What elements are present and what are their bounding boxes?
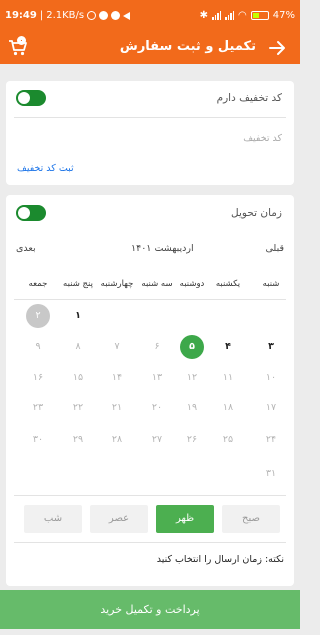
calendar-day[interactable]: ۱۳ xyxy=(145,366,169,390)
calendar-day[interactable]: ۱۴ xyxy=(105,366,129,390)
signal-icon xyxy=(212,11,222,20)
weekday-label: دوشنبه xyxy=(179,279,205,289)
status-left: 19:49 | 2.1KB/s xyxy=(5,10,131,21)
calendar-day[interactable]: ۸ xyxy=(66,335,90,359)
calendar-day[interactable]: ۷ xyxy=(105,335,129,359)
calendar-day[interactable]: ۲۱ xyxy=(105,396,129,420)
status-divider: | xyxy=(39,10,44,21)
cart-badge: ۰ xyxy=(17,36,26,45)
status-bar: 19:49 | 2.1KB/s ✱ ◠ 47% xyxy=(0,0,300,32)
calendar-day[interactable]: ۲۷ xyxy=(145,428,169,452)
calendar-day[interactable]: ۶ xyxy=(145,335,169,359)
toggle-knob xyxy=(18,92,30,104)
divider xyxy=(14,495,286,496)
time-slot-button[interactable]: ظهر xyxy=(156,505,214,533)
time-slot-button[interactable]: شب xyxy=(24,505,82,533)
divider xyxy=(14,117,286,118)
calendar-day[interactable]: ۱۰ xyxy=(259,366,283,390)
weekday-label: شنبه xyxy=(262,279,280,289)
back-arrow-icon[interactable] xyxy=(268,40,286,56)
calendar-day[interactable]: ۲ xyxy=(26,304,50,328)
calendar-day[interactable]: ۲۹ xyxy=(66,428,90,452)
divider xyxy=(14,542,286,543)
telegram-icon xyxy=(99,11,109,20)
status-right: ✱ ◠ 47% xyxy=(200,10,295,21)
calendar-day[interactable]: ۲۴ xyxy=(259,428,283,452)
weekday-label: جمعه xyxy=(28,279,48,289)
calendar-day[interactable]: ۳۰ xyxy=(26,428,50,452)
discount-code-input[interactable] xyxy=(82,133,282,144)
battery-icon xyxy=(250,11,269,20)
status-time: 19:49 xyxy=(5,10,37,21)
delivery-toggle[interactable] xyxy=(16,205,46,221)
calendar-day[interactable]: ۱ xyxy=(66,304,90,328)
discount-title: کد تخفیف دارم xyxy=(216,92,282,104)
next-month-button[interactable]: بعدی xyxy=(16,243,36,254)
calendar-day[interactable]: ۱۹ xyxy=(180,396,204,420)
calendar-day[interactable]: ۱۶ xyxy=(26,366,50,390)
calendar-day[interactable]: ۲۶ xyxy=(180,428,204,452)
calendar-day[interactable]: ۴ xyxy=(216,335,240,359)
submit-discount-link[interactable]: ثبت کد تخفیف xyxy=(17,163,74,174)
calendar-day[interactable]: ۲۵ xyxy=(216,428,240,452)
discount-card: کد تخفیف دارم ثبت کد تخفیف xyxy=(6,81,294,185)
delivery-note: نکته: زمان ارسال را انتخاب کنید xyxy=(156,554,284,565)
calendar-day[interactable]: ۲۲ xyxy=(66,396,90,420)
calendar-day[interactable]: ۱۷ xyxy=(259,396,283,420)
app-header: ۰ تکمیل و ثبت سفارش xyxy=(0,32,300,64)
calendar-day[interactable]: ۹ xyxy=(26,335,50,359)
prev-month-button[interactable]: قبلی xyxy=(266,243,284,254)
bluetooth-icon: ✱ xyxy=(199,10,209,21)
weekday-label: چهارشنبه xyxy=(100,279,134,289)
calendar-day[interactable]: ۵ xyxy=(180,335,204,359)
telegram-icon xyxy=(111,11,121,20)
toggle-knob xyxy=(18,207,30,219)
battery-percent: 47% xyxy=(272,10,295,21)
delivery-title: زمان تحویل xyxy=(231,207,282,219)
wifi-icon: ◠ xyxy=(238,10,247,21)
pay-button[interactable]: پرداخت و تکمیل خرید xyxy=(0,590,300,629)
calendar-day[interactable]: ۳۱ xyxy=(259,462,283,486)
calendar-day[interactable]: ۱۵ xyxy=(66,366,90,390)
calendar-day[interactable]: ۱۱ xyxy=(216,366,240,390)
time-slot-button[interactable]: عصر xyxy=(90,505,148,533)
month-label: اردیبهشت ۱۴۰۱ xyxy=(131,243,194,254)
calendar-day[interactable]: ۲۰ xyxy=(145,396,169,420)
discount-toggle[interactable] xyxy=(16,90,46,106)
battery-level xyxy=(252,13,260,18)
weekday-label: سه شنبه xyxy=(141,279,173,289)
delivery-card: زمان تحویل قبلی اردیبهشت ۱۴۰۱ بعدی شنبه ی… xyxy=(6,195,294,586)
alarm-icon xyxy=(87,11,97,20)
calendar-day[interactable]: ۳ xyxy=(259,335,283,359)
signal-icon xyxy=(225,11,235,20)
divider xyxy=(14,299,286,300)
calendar-day[interactable]: ۲۳ xyxy=(26,396,50,420)
weekday-label: یکشنبه xyxy=(215,279,241,289)
weekday-label: پنج شنبه xyxy=(63,279,93,289)
page-title: تکمیل و ثبت سفارش xyxy=(119,39,256,54)
time-slot-button[interactable]: صبح xyxy=(222,505,280,533)
calendar-day[interactable]: ۱۸ xyxy=(216,396,240,420)
status-speed: 2.1KB/s xyxy=(46,10,85,21)
calendar-day[interactable]: ۲۸ xyxy=(105,428,129,452)
calendar-day[interactable]: ۱۲ xyxy=(180,366,204,390)
navigation-icon xyxy=(123,11,131,20)
